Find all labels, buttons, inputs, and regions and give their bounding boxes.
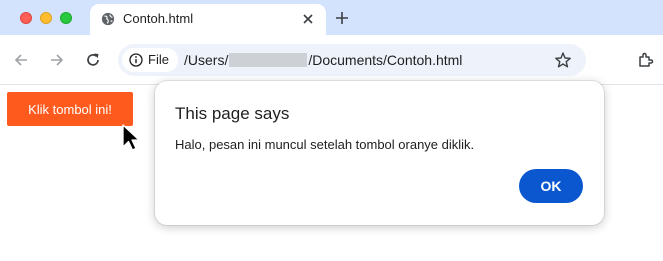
tab-title: Contoh.html: [123, 11, 194, 26]
tab-strip: Contoh.html: [0, 0, 663, 35]
forward-icon[interactable]: [48, 51, 66, 69]
maximize-window-button[interactable]: [60, 12, 72, 24]
address-bar[interactable]: File /Users/ /Documents/Contoh.html: [118, 44, 586, 76]
url-suffix: /Documents/Contoh.html: [308, 52, 463, 68]
reload-icon[interactable]: [84, 51, 102, 69]
click-me-button[interactable]: Klik tombol ini!: [7, 92, 133, 126]
minimize-window-button[interactable]: [40, 12, 52, 24]
tab-contoh[interactable]: Contoh.html: [90, 4, 326, 35]
dialog-title: This page says: [175, 104, 290, 123]
new-tab-icon[interactable]: [333, 9, 351, 27]
info-icon: [129, 53, 143, 67]
extensions-icon[interactable]: [637, 51, 655, 69]
ok-button[interactable]: OK: [519, 169, 583, 203]
bookmark-star-icon[interactable]: [554, 51, 572, 69]
mouse-cursor-icon: [122, 124, 140, 151]
file-label: File: [148, 52, 169, 67]
close-tab-icon[interactable]: [300, 11, 316, 27]
toolbar: File /Users/ /Documents/Contoh.html: [0, 35, 663, 85]
browser-window: Contoh.html File /Users/ /Documents/Cont…: [0, 0, 663, 261]
url-prefix: /Users/: [184, 52, 229, 68]
alert-dialog: This page says Halo, pesan ini muncul se…: [155, 81, 604, 225]
dialog-message: Halo, pesan ini muncul setelah tombol or…: [175, 137, 475, 152]
url-text: /Users/ /Documents/Contoh.html: [184, 52, 462, 68]
close-window-button[interactable]: [20, 12, 32, 24]
site-info-chip[interactable]: File: [122, 48, 178, 72]
redacted-username: [229, 53, 308, 67]
back-icon[interactable]: [12, 51, 30, 69]
globe-icon: [101, 12, 115, 26]
